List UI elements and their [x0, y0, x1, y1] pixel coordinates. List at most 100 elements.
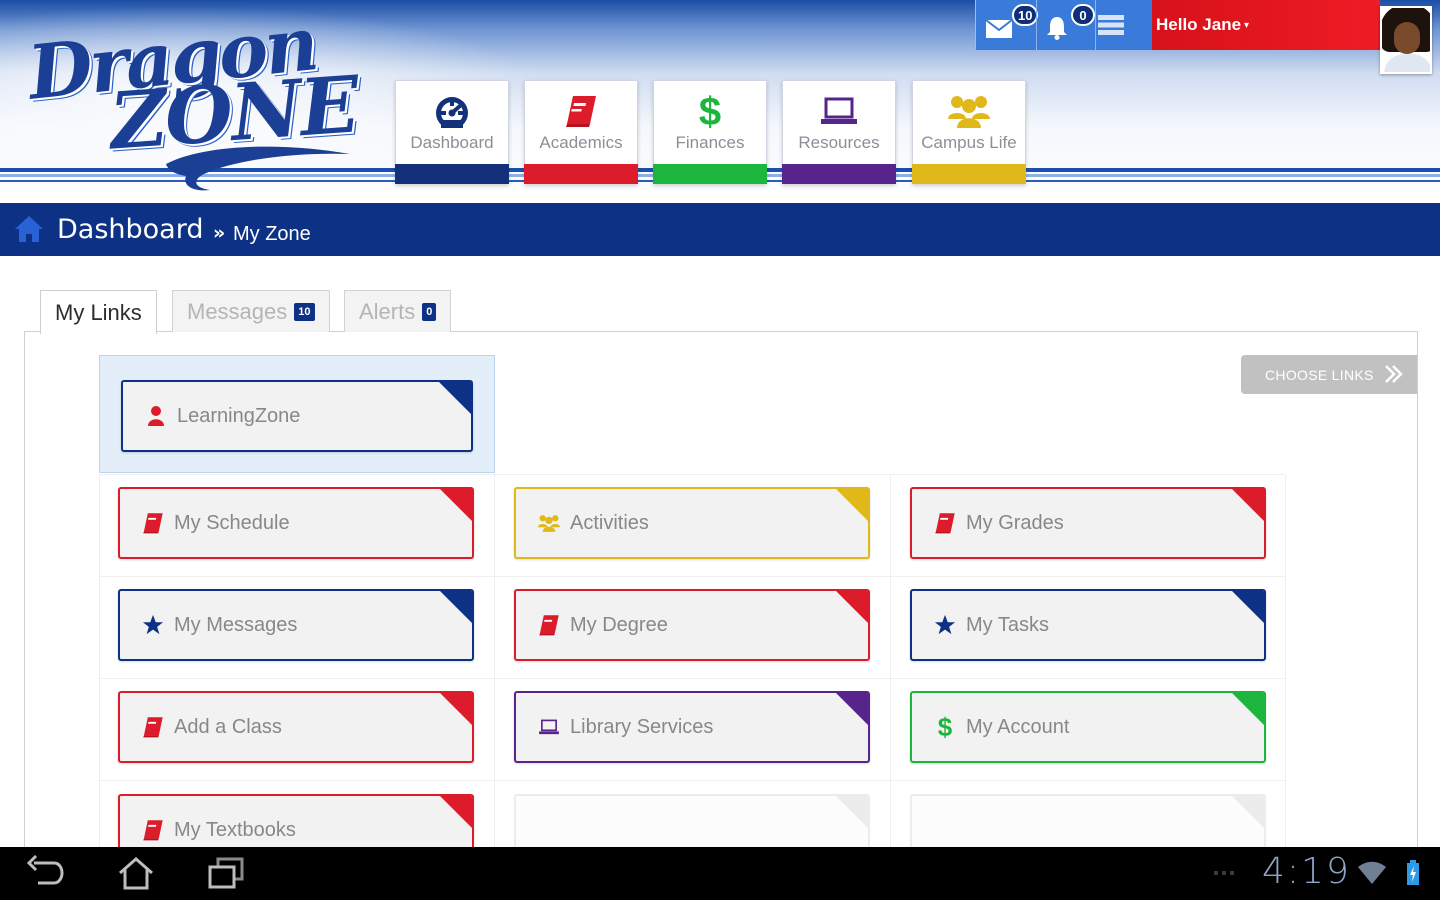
card-corner	[439, 591, 472, 624]
book-icon	[142, 512, 164, 534]
dragonzone-logo[interactable]: Dragon ZONE	[14, 1, 361, 191]
chevron-down-icon: ▾	[1244, 19, 1250, 31]
star-icon	[934, 614, 956, 636]
book-icon	[564, 91, 598, 131]
tab-label: Messages	[187, 298, 288, 324]
link-label: Activities	[570, 511, 649, 534]
nav-tile-finances[interactable]: $ Finances	[653, 80, 767, 184]
link-label: My Textbooks	[174, 818, 296, 841]
alerts-button[interactable]: 0	[1037, 0, 1095, 50]
nav-tile-campus-life[interactable]: Campus Life	[912, 80, 1026, 184]
book-icon	[538, 614, 560, 636]
link-my-messages[interactable]: My Messages	[118, 589, 474, 661]
grid-divider	[99, 576, 1285, 577]
tab-messages[interactable]: Messages 10	[172, 290, 330, 332]
link-my-degree[interactable]: My Degree	[514, 589, 870, 661]
recent-apps-icon[interactable]	[206, 855, 246, 891]
card-corner	[439, 796, 472, 829]
tab-label: Alerts	[359, 298, 416, 324]
nav-label: Finances	[675, 133, 745, 152]
nav-tile-dashboard[interactable]: Dashboard	[395, 80, 509, 184]
tab-my-links[interactable]: My Links	[40, 290, 157, 334]
tab-label: My Links	[55, 299, 142, 325]
bell-icon	[1047, 17, 1067, 40]
grid-divider	[99, 475, 100, 855]
android-system-bar: 4:19	[0, 847, 1440, 900]
clock[interactable]: 4:19	[1262, 851, 1351, 892]
card-corner	[835, 591, 868, 624]
link-label: My Degree	[570, 613, 668, 636]
page-title[interactable]: Dashboard	[57, 214, 203, 245]
choose-links-label: CHOOSE LINKS	[1265, 366, 1374, 383]
envelope-icon	[985, 19, 1013, 38]
link-my-account[interactable]: $ My Account	[910, 691, 1266, 763]
tab-count-badge: 10	[294, 302, 315, 321]
avatar-face	[1394, 22, 1420, 54]
nav-color-bar	[653, 164, 767, 184]
card-corner	[439, 693, 472, 726]
link-label: My Grades	[966, 511, 1064, 534]
link-activities[interactable]: Activities	[514, 487, 870, 559]
double-chevron-right-icon	[1385, 365, 1403, 383]
grid-divider	[494, 475, 495, 855]
card-corner	[1231, 693, 1264, 726]
avatar[interactable]	[1380, 6, 1432, 74]
messages-button[interactable]: 10	[978, 0, 1039, 50]
nav-label: Campus Life	[921, 133, 1017, 152]
user-menu[interactable]: Hello Jane ▾	[1152, 0, 1380, 50]
grid-divider	[99, 780, 1285, 781]
battery-icon	[1407, 860, 1419, 885]
nav-color-bar	[395, 164, 509, 184]
grid-divider	[99, 678, 1285, 679]
choose-links-button[interactable]: CHOOSE LINKS	[1241, 355, 1417, 394]
home-nav-icon[interactable]	[116, 855, 156, 891]
link-label: Add a Class	[174, 715, 282, 738]
back-icon[interactable]	[26, 855, 66, 891]
link-library-services[interactable]: Library Services	[514, 691, 870, 763]
book-icon	[142, 819, 164, 841]
dashboard-gauge-icon	[433, 91, 471, 131]
app-header: Dragon ZONE 10 0 Hello Jane ▾ Dashboard …	[0, 0, 1440, 203]
nav-label: Academics	[539, 133, 623, 152]
link-label: Library Services	[570, 715, 714, 738]
card-corner	[835, 796, 868, 829]
card-corner	[835, 693, 868, 726]
svg-text:$: $	[938, 714, 953, 740]
nav-tile-academics[interactable]: Academics	[524, 80, 638, 184]
menu-list-icon	[1098, 15, 1124, 35]
book-icon	[142, 716, 164, 738]
breadcrumb-separator: »	[213, 222, 226, 244]
link-my-tasks[interactable]: My Tasks	[910, 589, 1266, 661]
card-corner	[1231, 489, 1264, 522]
nav-tile-resources[interactable]: Resources	[782, 80, 896, 184]
link-add-a-class[interactable]: Add a Class	[118, 691, 474, 763]
card-corner	[835, 489, 868, 522]
menu-button[interactable]	[1096, 0, 1154, 50]
tab-count-badge: 0	[422, 302, 437, 321]
logo-swoosh-icon	[166, 146, 350, 191]
home-icon[interactable]	[14, 215, 44, 243]
card-corner	[1231, 796, 1264, 829]
grid-divider	[890, 475, 891, 855]
link-my-schedule[interactable]: My Schedule	[118, 487, 474, 559]
svg-text:$: $	[699, 91, 721, 131]
card-corner	[439, 489, 472, 522]
link-learningzone[interactable]: LearningZone	[121, 380, 473, 452]
notification-dots	[1214, 871, 1234, 875]
nav-color-bar	[782, 164, 896, 184]
person-icon	[145, 405, 167, 427]
laptop-icon	[819, 91, 859, 131]
wifi-icon	[1358, 861, 1386, 884]
book-icon	[934, 512, 956, 534]
messages-count-badge: 10	[1012, 4, 1039, 26]
tab-alerts[interactable]: Alerts 0	[344, 290, 452, 332]
people-icon	[538, 512, 560, 534]
laptop-icon	[538, 717, 560, 737]
nav-color-bar	[912, 164, 1026, 184]
breadcrumb-current: My Zone	[233, 223, 311, 245]
nav-label: Dashboard	[410, 133, 494, 152]
user-greeting: Hello Jane	[1156, 15, 1242, 34]
dollar-icon: $	[697, 91, 723, 131]
link-label: My Messages	[174, 613, 298, 636]
link-my-grades[interactable]: My Grades	[910, 487, 1266, 559]
